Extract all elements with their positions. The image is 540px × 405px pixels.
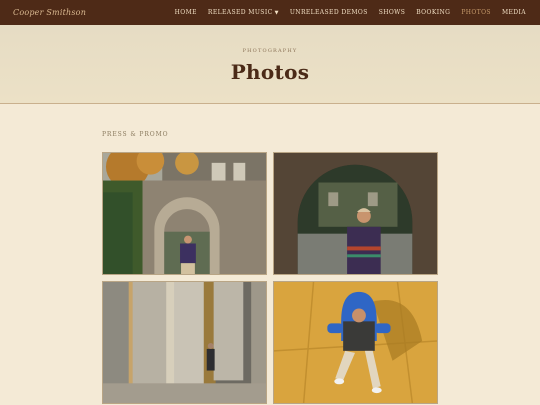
nav-home-label: HOME — [174, 9, 197, 16]
nav-home[interactable]: HOME — [175, 9, 197, 16]
nav-booking[interactable]: BOOKING — [416, 9, 450, 16]
nav-booking-label: BOOKING — [416, 9, 451, 16]
page-eyebrow: PHOTOGRAPHY — [242, 48, 298, 54]
nav-photos-label: PHOTOS — [461, 9, 491, 16]
nav-released-music[interactable]: RELEASED MUSIC ▼ — [208, 9, 279, 16]
chevron-down-icon: ▼ — [274, 9, 279, 16]
nav-media[interactable]: MEDIA — [502, 9, 526, 16]
nav-shows-label: SHOWS — [378, 9, 406, 16]
page-hero: PHOTOGRAPHY Photos — [0, 25, 540, 104]
photo-colonnade[interactable] — [102, 281, 267, 404]
nav-shows[interactable]: SHOWS — [379, 9, 406, 16]
nav-unreleased-demos-label: UNRELEASED DEMOS — [289, 9, 368, 16]
section-label: PRESS & PROMO — [102, 131, 169, 138]
nav-released-music-label: RELEASED MUSIC — [207, 9, 273, 16]
nav-menu: HOME RELEASED MUSIC ▼ UNRELEASED DEMOS SH… — [175, 9, 526, 16]
photo-image — [103, 153, 266, 274]
nav-unreleased-demos[interactable]: UNRELEASED DEMOS — [290, 9, 368, 16]
photo-image — [103, 282, 266, 403]
photo-image — [274, 153, 437, 274]
photo-stone-arch-ivy[interactable] — [102, 152, 267, 275]
photo-image — [274, 282, 437, 403]
site-brand[interactable]: Cooper Smithson — [13, 8, 86, 17]
nav-photos[interactable]: PHOTOS — [461, 9, 491, 16]
nav-media-label: MEDIA — [501, 9, 526, 16]
page-title: Photos — [230, 60, 310, 84]
photo-portrait-arch[interactable] — [273, 152, 438, 275]
top-nav: Cooper Smithson HOME RELEASED MUSIC ▼ UNR… — [0, 0, 540, 25]
photo-blue-chair[interactable] — [273, 281, 438, 404]
